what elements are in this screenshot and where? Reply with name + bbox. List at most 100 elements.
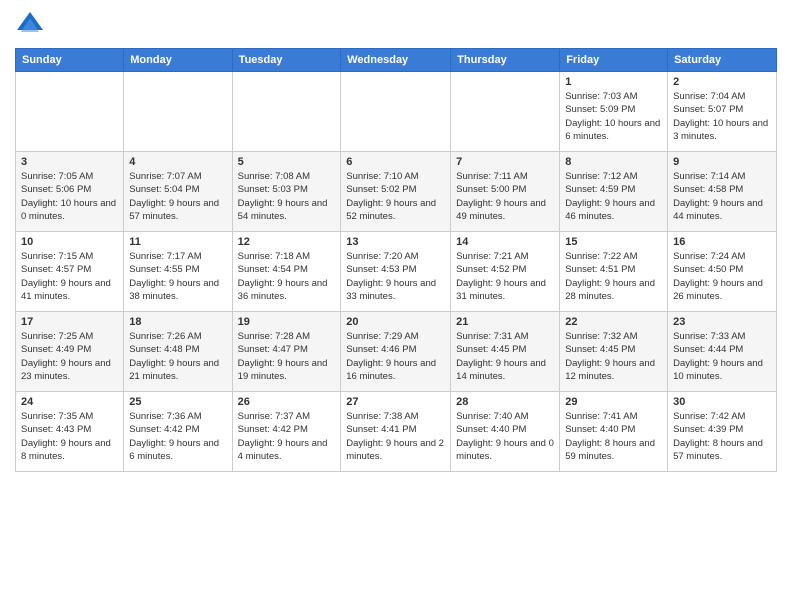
day-number: 13 (346, 236, 445, 248)
day-number: 17 (21, 316, 118, 328)
day-info: Sunrise: 7:12 AM Sunset: 4:59 PM Dayligh… (565, 170, 662, 223)
day-number: 22 (565, 316, 662, 328)
day-info: Sunrise: 7:26 AM Sunset: 4:48 PM Dayligh… (129, 330, 226, 383)
day-number: 24 (21, 396, 118, 408)
day-number: 29 (565, 396, 662, 408)
calendar-cell: 5 Sunrise: 7:08 AM Sunset: 5:03 PM Daylig… (232, 152, 341, 232)
calendar-cell: 29 Sunrise: 7:41 AM Sunset: 4:40 PM Dayli… (560, 392, 668, 472)
day-number: 27 (346, 396, 445, 408)
day-info: Sunrise: 7:21 AM Sunset: 4:52 PM Dayligh… (456, 250, 554, 303)
calendar-header-row: SundayMondayTuesdayWednesdayThursdayFrid… (16, 49, 777, 72)
day-info: Sunrise: 7:37 AM Sunset: 4:42 PM Dayligh… (238, 410, 336, 463)
day-info: Sunrise: 7:28 AM Sunset: 4:47 PM Dayligh… (238, 330, 336, 383)
day-info: Sunrise: 7:03 AM Sunset: 5:09 PM Dayligh… (565, 90, 662, 143)
page: SundayMondayTuesdayWednesdayThursdayFrid… (0, 0, 792, 612)
day-number: 28 (456, 396, 554, 408)
calendar-cell: 15 Sunrise: 7:22 AM Sunset: 4:51 PM Dayli… (560, 232, 668, 312)
day-info: Sunrise: 7:35 AM Sunset: 4:43 PM Dayligh… (21, 410, 118, 463)
calendar-cell: 4 Sunrise: 7:07 AM Sunset: 5:04 PM Daylig… (124, 152, 232, 232)
calendar-header-tuesday: Tuesday (232, 49, 341, 72)
day-info: Sunrise: 7:22 AM Sunset: 4:51 PM Dayligh… (565, 250, 662, 303)
day-info: Sunrise: 7:07 AM Sunset: 5:04 PM Dayligh… (129, 170, 226, 223)
calendar-week-5: 24 Sunrise: 7:35 AM Sunset: 4:43 PM Dayli… (16, 392, 777, 472)
day-number: 1 (565, 76, 662, 88)
calendar-week-4: 17 Sunrise: 7:25 AM Sunset: 4:49 PM Dayli… (16, 312, 777, 392)
day-number: 20 (346, 316, 445, 328)
header (15, 10, 777, 40)
day-info: Sunrise: 7:14 AM Sunset: 4:58 PM Dayligh… (673, 170, 771, 223)
day-number: 30 (673, 396, 771, 408)
day-info: Sunrise: 7:29 AM Sunset: 4:46 PM Dayligh… (346, 330, 445, 383)
day-number: 21 (456, 316, 554, 328)
day-info: Sunrise: 7:36 AM Sunset: 4:42 PM Dayligh… (129, 410, 226, 463)
day-number: 19 (238, 316, 336, 328)
day-info: Sunrise: 7:38 AM Sunset: 4:41 PM Dayligh… (346, 410, 445, 463)
day-info: Sunrise: 7:05 AM Sunset: 5:06 PM Dayligh… (21, 170, 118, 223)
calendar-header-sunday: Sunday (16, 49, 124, 72)
calendar-cell: 18 Sunrise: 7:26 AM Sunset: 4:48 PM Dayli… (124, 312, 232, 392)
day-info: Sunrise: 7:04 AM Sunset: 5:07 PM Dayligh… (673, 90, 771, 143)
calendar-cell (16, 72, 124, 152)
day-info: Sunrise: 7:40 AM Sunset: 4:40 PM Dayligh… (456, 410, 554, 463)
calendar-cell: 11 Sunrise: 7:17 AM Sunset: 4:55 PM Dayli… (124, 232, 232, 312)
calendar-header-monday: Monday (124, 49, 232, 72)
calendar-header-saturday: Saturday (668, 49, 777, 72)
calendar-cell: 23 Sunrise: 7:33 AM Sunset: 4:44 PM Dayli… (668, 312, 777, 392)
calendar-cell: 30 Sunrise: 7:42 AM Sunset: 4:39 PM Dayli… (668, 392, 777, 472)
day-info: Sunrise: 7:32 AM Sunset: 4:45 PM Dayligh… (565, 330, 662, 383)
calendar-header-thursday: Thursday (451, 49, 560, 72)
day-info: Sunrise: 7:11 AM Sunset: 5:00 PM Dayligh… (456, 170, 554, 223)
day-number: 7 (456, 156, 554, 168)
calendar-cell: 9Sunrise: 7:14 AM Sunset: 4:58 PM Daylig… (668, 152, 777, 232)
calendar-cell (232, 72, 341, 152)
day-info: Sunrise: 7:42 AM Sunset: 4:39 PM Dayligh… (673, 410, 771, 463)
calendar-header-friday: Friday (560, 49, 668, 72)
day-number: 3 (21, 156, 118, 168)
calendar-cell: 17 Sunrise: 7:25 AM Sunset: 4:49 PM Dayli… (16, 312, 124, 392)
day-number: 15 (565, 236, 662, 248)
day-info: Sunrise: 7:31 AM Sunset: 4:45 PM Dayligh… (456, 330, 554, 383)
day-info: Sunrise: 7:10 AM Sunset: 5:02 PM Dayligh… (346, 170, 445, 223)
calendar-cell: 16 Sunrise: 7:24 AM Sunset: 4:50 PM Dayli… (668, 232, 777, 312)
calendar-cell: 6 Sunrise: 7:10 AM Sunset: 5:02 PM Daylig… (341, 152, 451, 232)
day-info: Sunrise: 7:18 AM Sunset: 4:54 PM Dayligh… (238, 250, 336, 303)
day-info: Sunrise: 7:33 AM Sunset: 4:44 PM Dayligh… (673, 330, 771, 383)
day-number: 18 (129, 316, 226, 328)
day-number: 11 (129, 236, 226, 248)
calendar-cell: 14Sunrise: 7:21 AM Sunset: 4:52 PM Dayli… (451, 232, 560, 312)
logo-icon (15, 10, 45, 40)
calendar-week-1: 1 Sunrise: 7:03 AM Sunset: 5:09 PM Daylig… (16, 72, 777, 152)
day-number: 5 (238, 156, 336, 168)
calendar-cell: 7 Sunrise: 7:11 AM Sunset: 5:00 PM Daylig… (451, 152, 560, 232)
day-info: Sunrise: 7:41 AM Sunset: 4:40 PM Dayligh… (565, 410, 662, 463)
day-info: Sunrise: 7:25 AM Sunset: 4:49 PM Dayligh… (21, 330, 118, 383)
day-number: 23 (673, 316, 771, 328)
calendar-cell: 22 Sunrise: 7:32 AM Sunset: 4:45 PM Dayli… (560, 312, 668, 392)
day-number: 2 (673, 76, 771, 88)
day-info: Sunrise: 7:17 AM Sunset: 4:55 PM Dayligh… (129, 250, 226, 303)
calendar-week-2: 3 Sunrise: 7:05 AM Sunset: 5:06 PM Daylig… (16, 152, 777, 232)
calendar: SundayMondayTuesdayWednesdayThursdayFrid… (15, 48, 777, 472)
day-number: 10 (21, 236, 118, 248)
calendar-cell (451, 72, 560, 152)
calendar-cell: 27 Sunrise: 7:38 AM Sunset: 4:41 PM Dayli… (341, 392, 451, 472)
day-number: 4 (129, 156, 226, 168)
day-number: 26 (238, 396, 336, 408)
logo (15, 10, 49, 40)
calendar-week-3: 10 Sunrise: 7:15 AM Sunset: 4:57 PM Dayli… (16, 232, 777, 312)
day-number: 6 (346, 156, 445, 168)
calendar-cell: 21 Sunrise: 7:31 AM Sunset: 4:45 PM Dayli… (451, 312, 560, 392)
day-info: Sunrise: 7:24 AM Sunset: 4:50 PM Dayligh… (673, 250, 771, 303)
calendar-cell: 26 Sunrise: 7:37 AM Sunset: 4:42 PM Dayli… (232, 392, 341, 472)
calendar-header-wednesday: Wednesday (341, 49, 451, 72)
calendar-cell (341, 72, 451, 152)
calendar-cell: 25Sunrise: 7:36 AM Sunset: 4:42 PM Dayli… (124, 392, 232, 472)
day-info: Sunrise: 7:08 AM Sunset: 5:03 PM Dayligh… (238, 170, 336, 223)
calendar-cell (124, 72, 232, 152)
calendar-cell: 12Sunrise: 7:18 AM Sunset: 4:54 PM Dayli… (232, 232, 341, 312)
day-info: Sunrise: 7:20 AM Sunset: 4:53 PM Dayligh… (346, 250, 445, 303)
calendar-cell: 10 Sunrise: 7:15 AM Sunset: 4:57 PM Dayli… (16, 232, 124, 312)
calendar-cell: 13 Sunrise: 7:20 AM Sunset: 4:53 PM Dayli… (341, 232, 451, 312)
day-info: Sunrise: 7:15 AM Sunset: 4:57 PM Dayligh… (21, 250, 118, 303)
day-number: 16 (673, 236, 771, 248)
